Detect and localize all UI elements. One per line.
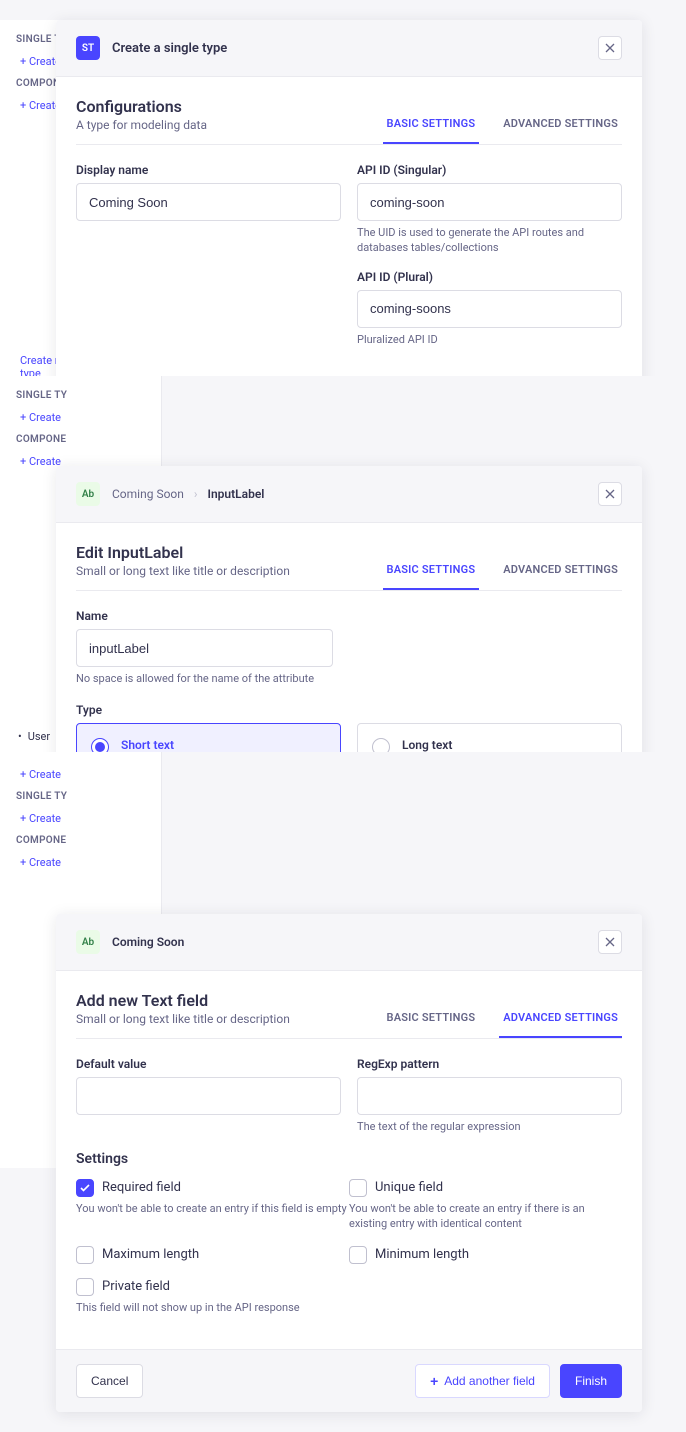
long-text-title: Long text [402,738,607,752]
api-plural-label: API ID (Plural) [357,270,622,284]
ab-badge-2: Ab [76,930,100,954]
close-icon [605,937,615,947]
min-length-checkbox[interactable] [349,1246,367,1264]
config-subtitle: A type for modeling data [76,118,207,132]
add-text-field-modal: Ab Coming Soon Add new Text field Small … [56,914,642,1412]
regexp-hint: The text of the regular expression [357,1119,622,1134]
breadcrumb-2: Coming Soon [112,935,184,949]
tab-basic-settings-3[interactable]: BASIC SETTINGS [383,999,480,1038]
close-button-2[interactable] [598,482,622,506]
min-length-label: Minimum length [375,1247,469,1262]
type-label: Type [76,703,622,717]
sidebar-create-link-5[interactable]: + Create [0,762,161,787]
chevron-right-icon: › [194,487,198,501]
private-field-hint: This field will not show up in the API r… [76,1300,622,1315]
cancel-button-3[interactable]: Cancel [76,1364,143,1398]
edit-heading: Edit InputLabel [76,543,290,562]
required-field-label: Required field [102,1180,181,1195]
display-name-input[interactable] [76,183,341,221]
sidebar-create-link-3[interactable]: + Create [0,405,161,430]
default-value-label: Default value [76,1057,341,1071]
sidebar-section-single-types-3: SINGLE TY [0,787,161,806]
settings-tabs-2: BASIC SETTINGS ADVANCED SETTINGS [383,551,622,590]
tab-basic-settings[interactable]: BASIC SETTINGS [383,105,480,144]
tab-advanced-settings[interactable]: ADVANCED SETTINGS [499,105,622,144]
breadcrumb: Coming Soon › InputLabel [112,487,264,501]
close-icon [605,43,615,53]
api-plural-hint: Pluralized API ID [357,332,622,347]
close-icon [605,489,615,499]
add-field-heading: Add new Text field [76,991,290,1010]
required-field-checkbox[interactable] [76,1179,94,1197]
name-label: Name [76,609,333,623]
name-hint: No space is allowed for the name of the … [76,671,333,686]
max-length-checkbox[interactable] [76,1246,94,1264]
sidebar-create-link-7[interactable]: + Create [0,850,161,875]
add-another-field-button-2[interactable]: + Add another field [415,1364,550,1398]
display-name-label: Display name [76,163,341,177]
api-singular-label: API ID (Singular) [357,163,622,177]
close-button[interactable] [598,36,622,60]
modal-title: Create a single type [112,41,227,56]
sidebar-create-link-6[interactable]: + Create [0,806,161,831]
tab-advanced-settings-2[interactable]: ADVANCED SETTINGS [499,551,622,590]
private-field-checkbox[interactable] [76,1278,94,1296]
close-button-3[interactable] [598,930,622,954]
config-heading: Configurations [76,97,207,116]
api-singular-hint: The UID is used to generate the API rout… [357,225,622,256]
edit-subtitle: Small or long text like title or descrip… [76,564,290,578]
short-text-title: Short text [121,738,326,752]
crumb-coming-soon[interactable]: Coming Soon [112,487,184,501]
sidebar-section-components-3: COMPONE [0,831,161,850]
sidebar-section-single-types-2: SINGLE TY [0,386,161,405]
tab-advanced-settings-3[interactable]: ADVANCED SETTINGS [499,999,622,1038]
unique-field-checkbox[interactable] [349,1179,367,1197]
default-value-input[interactable] [76,1077,341,1115]
settings-tabs: BASIC SETTINGS ADVANCED SETTINGS [383,105,622,144]
api-singular-input[interactable] [357,183,622,221]
name-input[interactable] [76,629,333,667]
modal-header-3: Ab Coming Soon [56,914,642,971]
required-field-hint: You won't be able to create an entry if … [76,1201,349,1216]
add-field-subtitle: Small or long text like title or descrip… [76,1012,290,1026]
settings-heading: Settings [76,1151,622,1167]
regexp-input[interactable] [357,1077,622,1115]
st-badge: ST [76,36,100,60]
finish-button-2[interactable]: Finish [560,1364,622,1398]
max-length-label: Maximum length [102,1247,199,1262]
ab-badge: Ab [76,482,100,506]
settings-tabs-3: BASIC SETTINGS ADVANCED SETTINGS [383,999,622,1038]
private-field-label: Private field [102,1279,170,1294]
regexp-label: RegExp pattern [357,1057,622,1071]
sidebar-section-components-2: COMPONE [0,430,161,449]
unique-field-label: Unique field [375,1180,443,1195]
modal-header: ST Create a single type [56,20,642,77]
crumb-coming-soon-2: Coming Soon [112,935,184,949]
plus-icon: + [430,1373,438,1389]
crumb-inputlabel: InputLabel [208,487,265,501]
check-icon [80,1184,90,1192]
modal-header-2: Ab Coming Soon › InputLabel [56,466,642,523]
unique-field-hint: You won't be able to create an entry if … [349,1201,622,1232]
tab-basic-settings-2[interactable]: BASIC SETTINGS [383,551,480,590]
api-plural-input[interactable] [357,290,622,328]
